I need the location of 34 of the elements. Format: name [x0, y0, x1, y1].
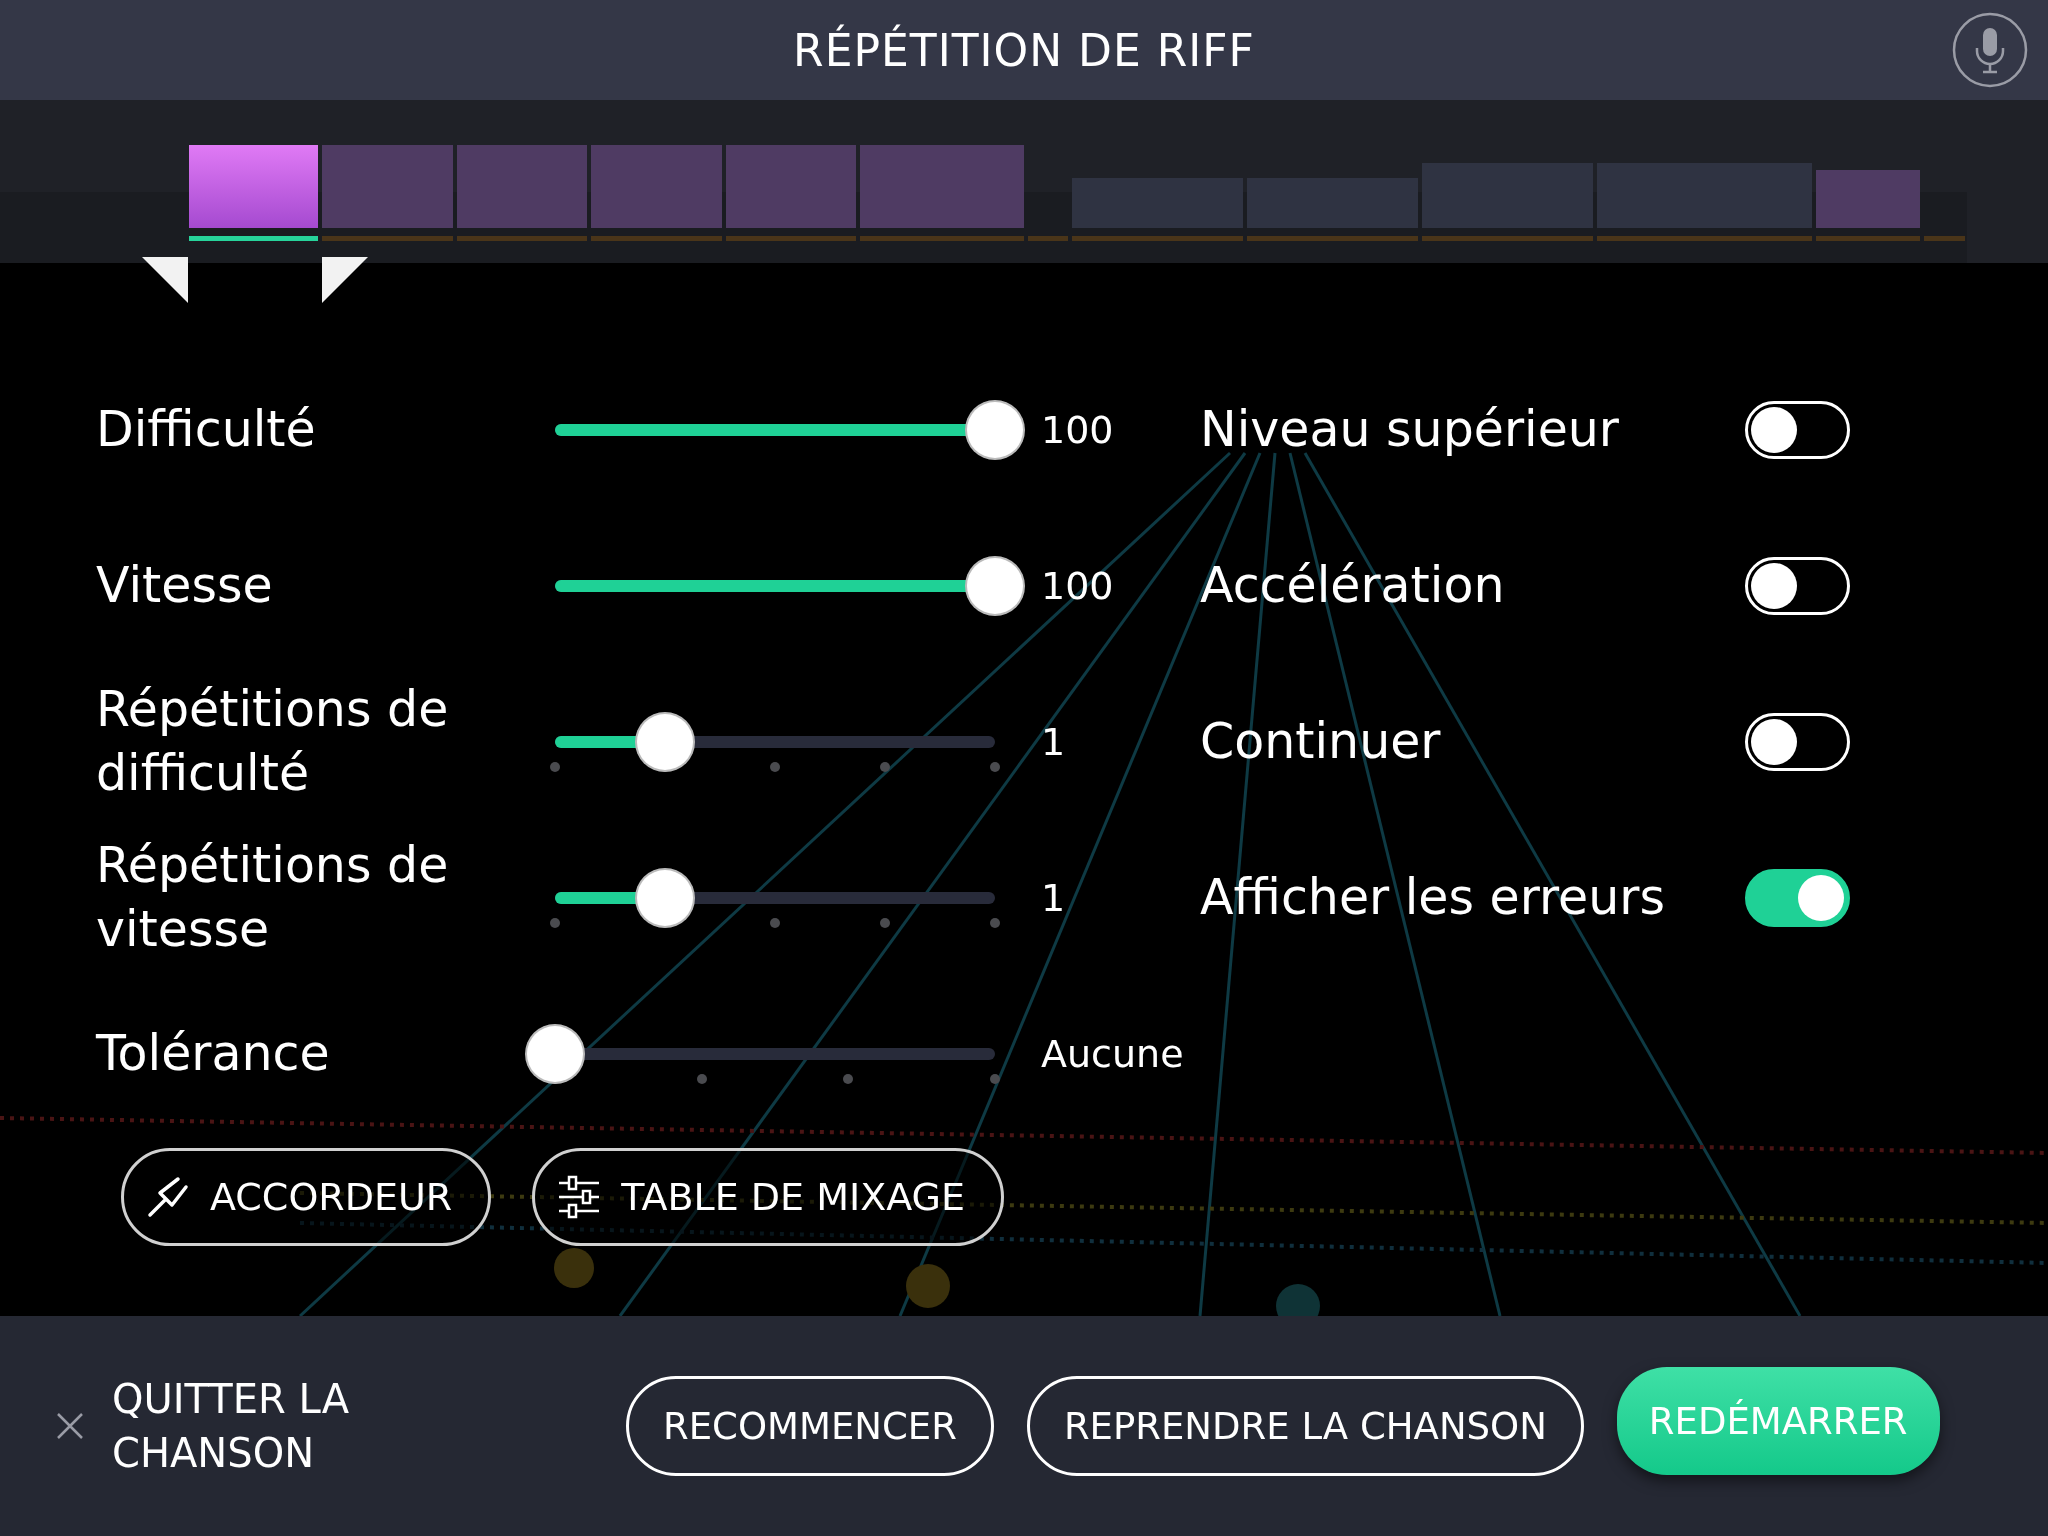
tuner-button[interactable]: ACCORDEUR: [121, 1148, 492, 1246]
toggle-switch[interactable]: [1745, 869, 1850, 927]
loop-end-marker[interactable]: [320, 255, 370, 305]
slider-thumb[interactable]: [637, 714, 693, 770]
setting-label: Afficher les erreurs: [1200, 868, 1666, 929]
setting-label: Répétitions de difficulté: [96, 680, 450, 804]
slider-value: 100: [1040, 408, 1115, 452]
setting-label: Vitesse: [96, 556, 274, 617]
slider-thumb[interactable]: [527, 1026, 583, 1082]
setting-label: Répétitions de vitesse: [96, 836, 450, 960]
setting-label: Continuer: [1200, 712, 1442, 773]
slider-thumb[interactable]: [967, 402, 1023, 458]
close-icon: [56, 1412, 84, 1440]
slider-value: 100: [1040, 564, 1115, 608]
slider-value: 1: [1040, 876, 1067, 920]
setting-label: Accélération: [1200, 556, 1506, 617]
slider-thumb[interactable]: [637, 870, 693, 926]
microphone-icon[interactable]: [1952, 12, 2028, 88]
section-segment[interactable]: [189, 145, 318, 241]
mixer-button[interactable]: TABLE DE MIXAGE: [532, 1148, 1004, 1246]
sliders-icon: [557, 1173, 602, 1221]
slider-value: 1: [1040, 720, 1067, 764]
setting-label: Tolérance: [96, 1024, 331, 1085]
screen-title: RÉPÉTITION DE RIFF: [793, 24, 1255, 76]
loop-start-marker[interactable]: [140, 255, 190, 305]
setting-label: Difficulté: [96, 400, 317, 461]
restart-button[interactable]: RECOMMENCER: [626, 1376, 994, 1476]
tuning-fork-icon: [146, 1175, 190, 1219]
slider-thumb[interactable]: [967, 558, 1023, 614]
setting-label: Niveau supérieur: [1200, 400, 1620, 461]
quit-song-label: QUITTER LA CHANSON: [112, 1375, 351, 1478]
resume-song-button[interactable]: REPRENDRE LA CHANSON: [1026, 1376, 1584, 1476]
quit-song-button[interactable]: QUITTER LA CHANSON: [56, 1372, 626, 1480]
slider-value: Aucune: [1040, 1032, 1185, 1076]
